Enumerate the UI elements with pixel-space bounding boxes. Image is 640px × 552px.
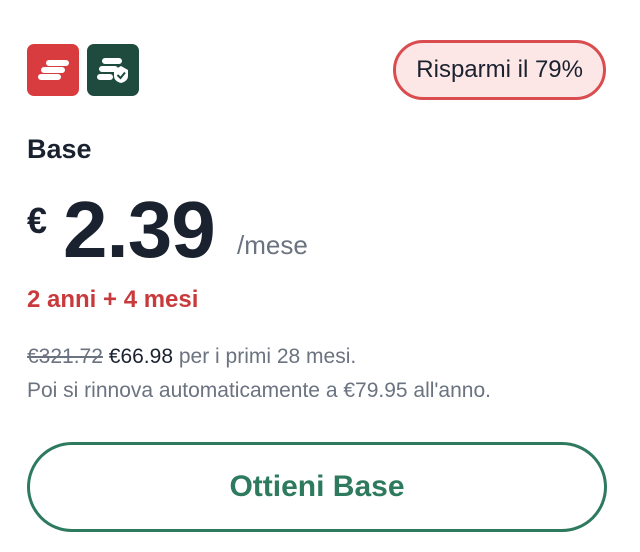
price-details-line-1: €321.72 €66.98 per i primi 28 mesi. (27, 340, 491, 374)
expressvpn-logo-icon (27, 44, 79, 96)
price-amount: 2.39 (63, 185, 216, 274)
price-details: €321.72 €66.98 per i primi 28 mesi. Poi … (27, 340, 491, 408)
plan-duration: 2 anni + 4 mesi (27, 286, 199, 313)
price-period: /mese (237, 230, 308, 260)
original-price: €321.72 (27, 345, 103, 368)
savings-badge: Risparmi il 79% (393, 40, 606, 100)
price-period-note: per i primi 28 mesi. (178, 345, 357, 368)
currency-symbol: € (27, 200, 48, 241)
plan-title: Base (27, 134, 92, 164)
password-manager-icon (87, 44, 139, 96)
plan-card: Risparmi il 79% Base € 2.39 /mese 2 anni… (0, 0, 640, 552)
get-plan-button[interactable]: Ottieni Base (27, 442, 607, 532)
price-display: € 2.39 /mese (27, 186, 587, 276)
renewal-note: Poi si rinnova automaticamente a €79.95 … (27, 379, 491, 402)
discounted-price: €66.98 (108, 345, 173, 368)
app-icons (27, 44, 139, 96)
